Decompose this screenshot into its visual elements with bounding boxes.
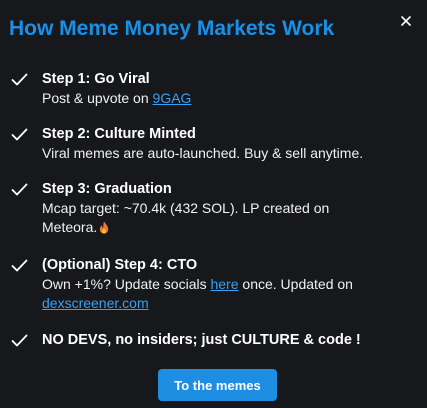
close-button[interactable] (396, 11, 416, 31)
step-description-line-2: dexscreener.com (42, 294, 353, 313)
check-icon (11, 73, 28, 86)
how-it-works-modal: How Meme Money Markets Work Step 1: Go V… (0, 0, 427, 408)
step-description-text: once. Updated on (238, 276, 353, 292)
step-item-5: NO DEVS, no insiders; just CULTURE & cod… (10, 331, 361, 350)
step-description-text: Meteora. (42, 219, 98, 235)
step-description-text: Own +1%? Update socials (42, 276, 211, 292)
check-icon (11, 334, 28, 347)
modal-title: How Meme Money Markets Work (9, 17, 335, 40)
update-socials-link[interactable]: here (210, 276, 238, 292)
check-icon (11, 128, 28, 141)
step-description: Post & upvote on 9GAG (42, 89, 191, 108)
step-description-line-2: Meteora. (42, 218, 329, 237)
step-item-4: (Optional) Step 4: CTO Own +1%? Update s… (10, 256, 353, 313)
check-icon (11, 183, 28, 196)
step-description-line-1: Mcap target: ~70.4k (432 SOL). LP create… (42, 200, 330, 216)
step-title: Step 1: Go Viral (42, 71, 150, 87)
step-description-line-1: Own +1%? Update socials here once. Updat… (42, 275, 353, 294)
step-title: Step 3: Graduation (42, 181, 172, 197)
close-icon (401, 16, 411, 26)
9gag-link[interactable]: 9GAG (153, 90, 192, 106)
step-description-text: Post & upvote on (42, 90, 153, 106)
check-icon (11, 259, 28, 272)
step-title: (Optional) Step 4: CTO (42, 257, 198, 273)
step-item-1: Step 1: Go Viral Post & upvote on 9GAG (10, 70, 191, 108)
fire-emoji-icon (100, 221, 109, 234)
step-title: Step 2: Culture Minted (42, 126, 196, 142)
step-item-2: Step 2: Culture Minted Viral memes are a… (10, 125, 363, 163)
step-item-3: Step 3: Graduation Mcap target: ~70.4k (… (10, 180, 329, 237)
step-title: NO DEVS, no insiders; just CULTURE & cod… (42, 332, 361, 348)
dexscreener-link[interactable]: dexscreener.com (42, 295, 149, 311)
step-description: Viral memes are auto-launched. Buy & sel… (42, 145, 364, 161)
to-the-memes-button[interactable]: To the memes (158, 369, 277, 401)
